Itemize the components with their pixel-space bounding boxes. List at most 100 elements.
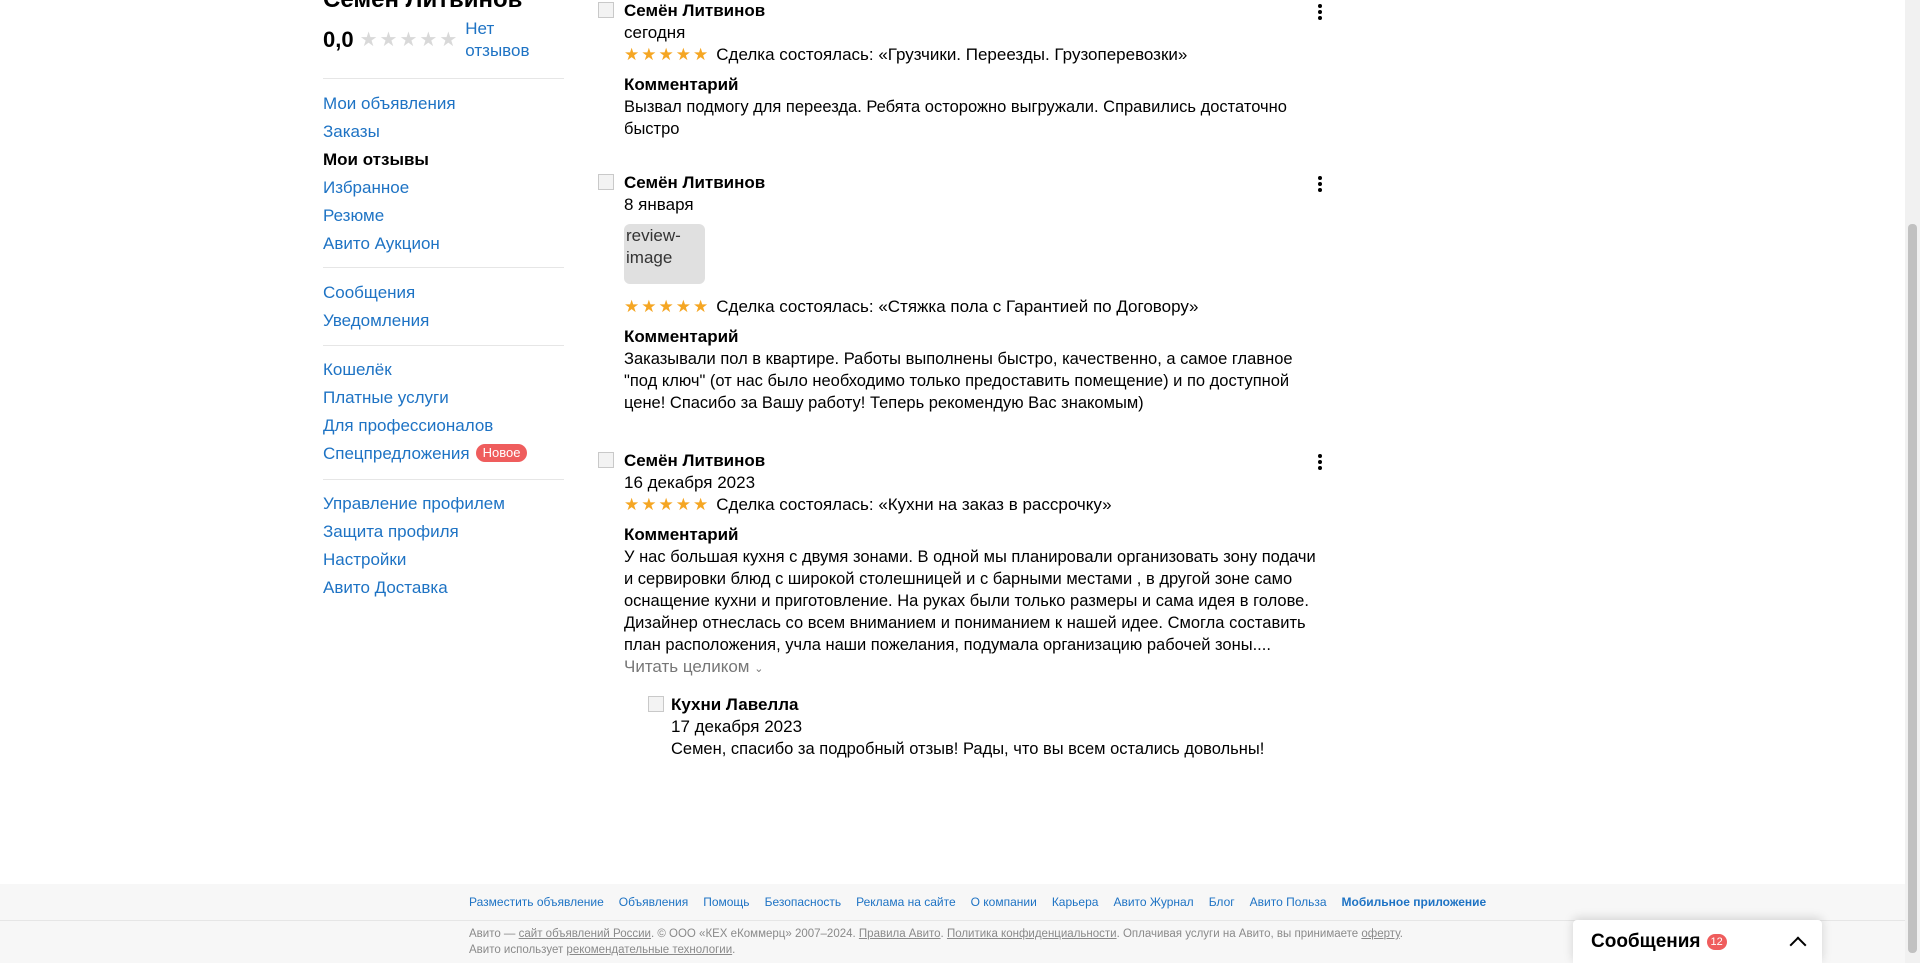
footer-link-journal[interactable]: Авито Журнал [1113, 894, 1193, 910]
sidebar-item-settings[interactable]: Настройки [323, 546, 505, 574]
sidebar-item-for-pros[interactable]: Для профессионалов [323, 412, 527, 440]
more-vertical-icon[interactable] [1313, 174, 1327, 194]
review-date: 16 декабря 2023 [624, 473, 756, 492]
messages-count-badge: 12 [1706, 933, 1727, 950]
sidebar-item-favorites[interactable]: Избранное [323, 174, 456, 202]
star-icon: ★ [675, 495, 691, 514]
review-author[interactable]: Семён Литвинов [624, 450, 1318, 472]
sidebar-group-services: Кошелёк Платные услуги Для профессионало… [323, 356, 528, 468]
reply-text: Семен, спасибо за подробный отзыв! Рады,… [671, 740, 1265, 758]
read-more-link[interactable]: Читать целиком ⌄ [624, 656, 1318, 680]
review-card: Семён Литвинов 8 января review-image ★ ★… [598, 172, 1322, 414]
comment-label: Комментарий [624, 75, 739, 94]
more-vertical-icon[interactable] [1313, 452, 1327, 472]
star-icon: ★ [675, 297, 691, 316]
chevron-down-icon: ⌄ [754, 663, 764, 675]
star-icon: ★ [419, 29, 438, 51]
review-date: сегодня [624, 23, 686, 42]
comment-label: Комментарий [624, 327, 739, 346]
sidebar-item-paid-services[interactable]: Платные услуги [323, 384, 527, 412]
star-icon: ★ [359, 29, 378, 51]
scrollbar-thumb[interactable] [1908, 224, 1917, 953]
legal-link-privacy[interactable]: Политика конфиденциальности [947, 928, 1117, 940]
star-icon: ★ [693, 297, 709, 316]
star-icon: ★ [658, 495, 674, 514]
footer-link-about[interactable]: О компании [971, 894, 1037, 910]
new-badge: Новое [475, 444, 528, 462]
page: Семён Литвинов 0,0 ★ ★ ★ ★ ★ Нет отзывов… [0, 0, 1905, 963]
star-icon: ★ [641, 297, 657, 316]
more-vertical-icon[interactable] [1313, 2, 1327, 22]
legal-text: . Оплачивая услуги на Авито, вы принимае… [1116, 928, 1362, 940]
review-author[interactable]: Семён Литвинов [624, 172, 1318, 194]
star-icon: ★ [693, 495, 709, 514]
star-icon: ★ [675, 45, 691, 64]
profile-rating: 0,0 ★ ★ ★ ★ ★ Нет отзывов [323, 18, 545, 62]
sidebar-divider [323, 78, 564, 79]
sidebar-divider [323, 479, 564, 480]
legal-text: . © ООО «КЕХ еКоммерц» 2007–2024. [650, 928, 859, 940]
footer-legal: Авито — сайт объявлений России. © ООО «К… [469, 926, 1419, 958]
avatar [648, 696, 664, 712]
sidebar-item-delivery[interactable]: Авито Доставка [323, 574, 505, 602]
star-icon: ★ [399, 29, 418, 51]
legal-link-recommendations[interactable]: рекомендательные технологии [566, 944, 732, 956]
star-icon: ★ [624, 45, 640, 64]
sidebar-item-orders[interactable]: Заказы [323, 118, 456, 146]
sidebar-item-label: Спецпредложения [323, 444, 470, 463]
legal-link-rules[interactable]: Правила Авито [859, 928, 941, 940]
review-author[interactable]: Семён Литвинов [624, 0, 1318, 22]
sidebar-item-auction[interactable]: Авито Аукцион [323, 230, 456, 258]
footer-link-security[interactable]: Безопасность [765, 894, 842, 910]
comment-text: У нас большая кухня с двумя зонами. В од… [624, 548, 1316, 654]
sidebar-item-my-reviews[interactable]: Мои отзывы [323, 146, 456, 174]
review-deal: Сделка состоялась: «Кухни на заказ в рас… [716, 495, 1112, 514]
no-reviews-link[interactable]: Нет отзывов [465, 18, 545, 62]
sidebar-item-profile-protection[interactable]: Защита профиля [323, 518, 505, 546]
comment-text: Вызвал подмогу для переезда. Ребята осто… [624, 98, 1287, 138]
star-icon: ★ [624, 495, 640, 514]
footer-link-ads[interactable]: Объявления [619, 894, 688, 910]
footer-link-career[interactable]: Карьера [1052, 894, 1099, 910]
footer-link-advertising[interactable]: Реклама на сайте [856, 894, 956, 910]
review-image[interactable]: review-image [624, 224, 705, 284]
review-stars: ★ ★ ★ ★ ★ [624, 297, 708, 317]
footer-link-help[interactable]: Помощь [703, 894, 749, 910]
sidebar-item-my-ads[interactable]: Мои объявления [323, 90, 456, 118]
reply-date: 17 декабря 2023 [671, 717, 803, 736]
legal-link-offer[interactable]: оферту [1361, 928, 1399, 940]
reply-author[interactable]: Кухни Лавелла [671, 694, 1328, 716]
profile-name: Семён Литвинов [323, 0, 522, 14]
footer-link-mobile-app[interactable]: Мобильное приложение [1342, 894, 1487, 910]
sidebar-item-messages[interactable]: Сообщения [323, 279, 429, 307]
sidebar-group-messages: Сообщения Уведомления [323, 279, 429, 335]
review-date: 8 января [624, 195, 694, 214]
sidebar-item-special-offers[interactable]: Спецпредложения Новое [323, 440, 528, 468]
sidebar-item-profile-management[interactable]: Управление профилем [323, 490, 505, 518]
legal-link-site[interactable]: сайт объявлений России [519, 928, 651, 940]
sidebar-item-notifications[interactable]: Уведомления [323, 307, 429, 335]
star-icon: ★ [641, 45, 657, 64]
chevron-up-icon[interactable] [1789, 936, 1807, 953]
avatar [598, 174, 614, 190]
review-stars: ★ ★ ★ ★ ★ [624, 45, 708, 65]
legal-text: Авито — [469, 928, 519, 940]
star-icon: ★ [658, 45, 674, 64]
legal-text: . [732, 944, 736, 956]
footer-link-benefit[interactable]: Авито Польза [1250, 894, 1327, 910]
star-icon: ★ [693, 45, 709, 64]
star-icon: ★ [658, 297, 674, 316]
star-icon: ★ [439, 29, 458, 51]
messages-widget-title: Сообщения [1591, 930, 1701, 952]
sidebar-item-resume[interactable]: Резюме [323, 202, 456, 230]
scrollbar[interactable] [1905, 0, 1920, 963]
sidebar-group-profile: Управление профилем Защита профиля Настр… [323, 490, 505, 602]
review-deal: Сделка состоялась: «Грузчики. Переезды. … [716, 45, 1188, 64]
sidebar-item-wallet[interactable]: Кошелёк [323, 356, 527, 384]
messages-widget[interactable]: Сообщения 12 [1573, 920, 1822, 963]
avatar [598, 452, 614, 468]
footer-link-blog[interactable]: Блог [1209, 894, 1235, 910]
comment-label: Комментарий [624, 525, 739, 544]
sidebar-group-main: Мои объявления Заказы Мои отзывы Избранн… [323, 90, 456, 258]
footer-link-post-ad[interactable]: Разместить объявление [469, 894, 604, 910]
